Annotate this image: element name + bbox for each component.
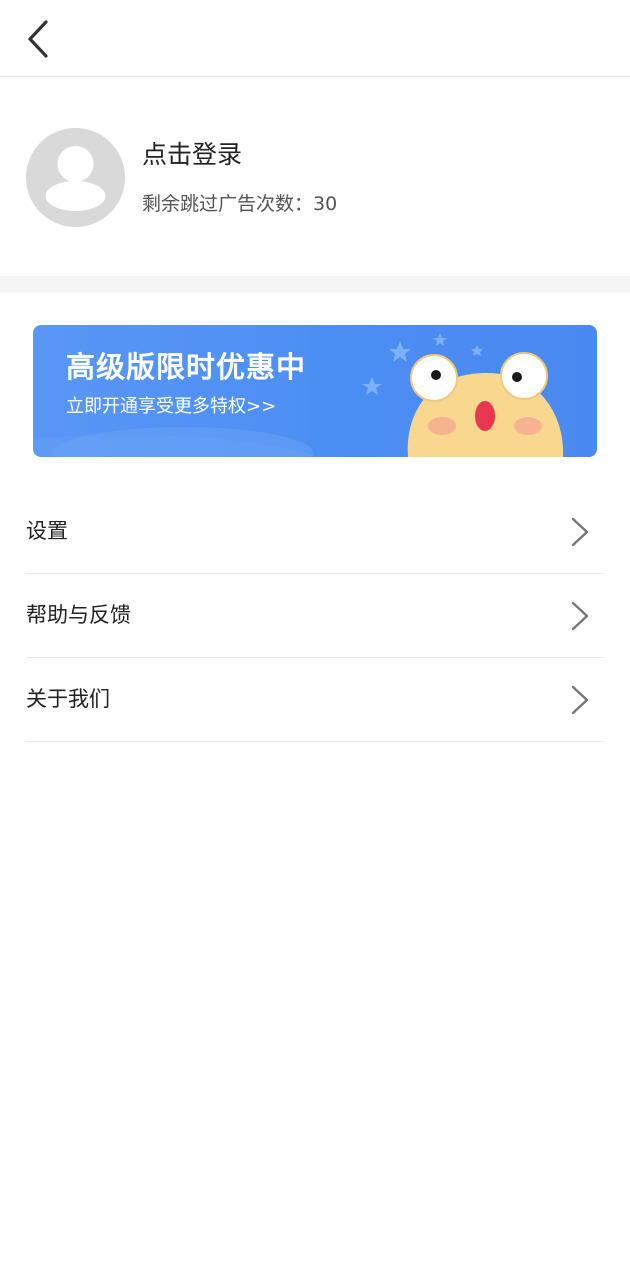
login-link[interactable]: 点击登录 [142,140,242,170]
skip-ads-count: 剩余跳过广告次数：30 [142,193,338,215]
chevron-right-icon [571,517,589,547]
premium-promo-banner[interactable]: 高级版限时优惠中 立即开通享受更多特权>> [33,325,597,457]
menu-item-help-feedback[interactable]: 帮助与反馈 [26,574,604,658]
banner-decoration [33,333,564,457]
profile-section: 点击登录 剩余跳过广告次数：30 [0,78,630,276]
chevron-left-icon [28,20,48,58]
menu-item-label: 帮助与反馈 [26,603,131,627]
profile-page: 点击登录 剩余跳过广告次数：30 高级版限时优惠中 立即开通享受更多特权>> 设… [0,0,630,1280]
menu-item-about-us[interactable]: 关于我们 [26,658,604,742]
chevron-right-icon [571,601,589,631]
cartoon-frog-mascot-icon [407,352,564,457]
avatar[interactable] [26,128,125,227]
chevron-right-icon [571,685,589,715]
user-placeholder-icon [26,128,125,227]
menu-item-label: 设置 [26,519,68,543]
top-bar [0,0,630,77]
banner-subtitle: 立即开通享受更多特权>> [66,396,277,417]
section-divider [0,276,630,293]
menu-item-settings[interactable]: 设置 [26,490,604,574]
menu-list: 设置 帮助与反馈 关于我们 [26,490,604,742]
back-button[interactable] [18,12,62,64]
menu-item-label: 关于我们 [26,687,110,711]
banner-title: 高级版限时优惠中 [66,350,307,384]
